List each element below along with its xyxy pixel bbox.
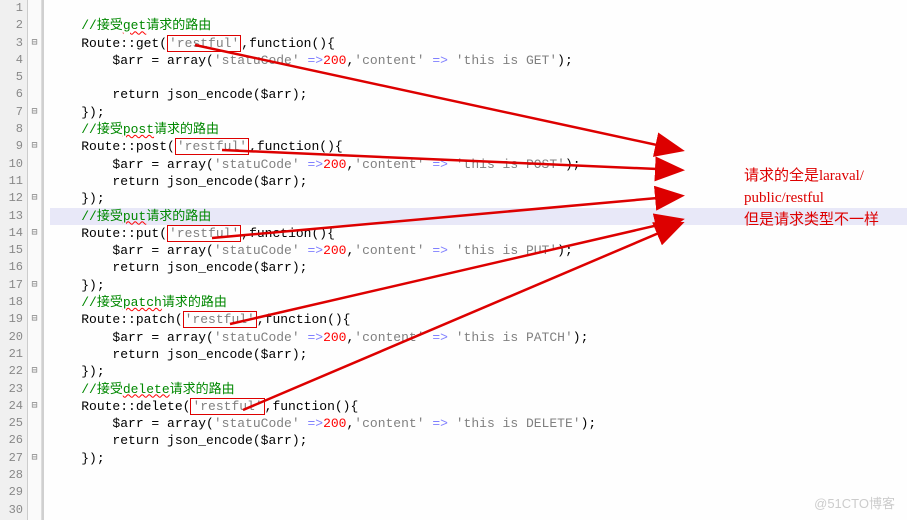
line-number-gutter: 1234567891011121314151617181920212223242… bbox=[0, 0, 28, 520]
code-area[interactable]: //接受get请求的路由 Route::get('restful',functi… bbox=[44, 0, 907, 520]
annotation-line2: public/restful bbox=[744, 187, 879, 209]
annotation-line3: 但是请求类型不一样 bbox=[744, 209, 879, 231]
fold-column[interactable]: ⊟⊟⊟⊟⊟⊟⊟⊟⊟⊟ bbox=[28, 0, 42, 520]
annotation-line1: 请求的全是laraval/ bbox=[744, 165, 879, 187]
annotation-text: 请求的全是laraval/ public/restful 但是请求类型不一样 bbox=[744, 165, 879, 231]
code-editor[interactable]: 1234567891011121314151617181920212223242… bbox=[0, 0, 907, 520]
watermark: @51CTO博客 bbox=[814, 493, 895, 512]
